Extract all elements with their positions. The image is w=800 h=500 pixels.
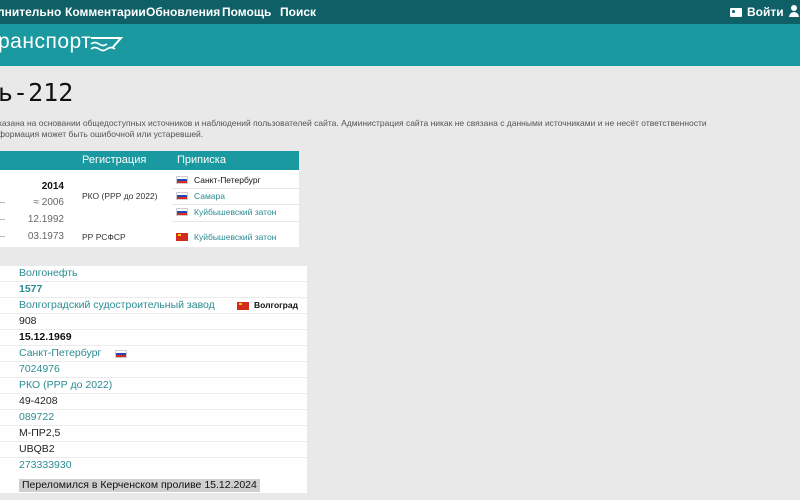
disclaimer-line: казана на основании общедоступных источн…	[0, 118, 707, 128]
home-port-link[interactable]: Санкт-Петербург	[19, 347, 101, 359]
port-name: Куйбышевский затон	[194, 207, 277, 217]
registry-year: 2014	[41, 181, 64, 192]
port-name: Куйбышевский затон	[194, 232, 277, 242]
table-row: 7024976	[0, 362, 307, 378]
port-name: Санкт-Петербург	[194, 175, 261, 185]
table-row: UBQB2	[0, 442, 307, 458]
site-logo[interactable]: ранспорт	[0, 30, 91, 54]
mmsi-link[interactable]: 273333930	[19, 459, 72, 471]
builder-city: Волгоград	[254, 300, 298, 310]
row-divider	[172, 204, 299, 205]
nav-item-search[interactable]: Поиск	[280, 5, 316, 19]
ussr-flag-icon	[176, 233, 188, 241]
build-date: 15.12.1969	[19, 331, 72, 343]
nav-item-comments[interactable]: Комментарии	[65, 5, 146, 19]
port-name: Самара	[194, 191, 225, 201]
ship-details-table: Волгонефть 1577 Волгоградский судостроит…	[0, 266, 307, 493]
port-item[interactable]: Самара	[176, 191, 225, 201]
login-button[interactable]: Войти	[730, 5, 784, 19]
table-row: 908	[0, 314, 307, 330]
page-title: ь-212	[0, 78, 74, 107]
owner-link[interactable]: Волгонефть	[19, 267, 78, 279]
build-number: 908	[19, 315, 37, 327]
row-divider	[172, 221, 299, 222]
site-banner: ранспорт	[0, 24, 800, 66]
table-row: Волгонефть	[0, 266, 307, 282]
russia-flag-icon	[176, 176, 188, 184]
registration-name: РР РСФСР	[82, 232, 126, 242]
russia-flag-icon	[176, 208, 188, 216]
nav-item-help[interactable]: Помощь	[222, 5, 271, 19]
nav-item-additional[interactable]: лнительно	[0, 5, 61, 19]
russia-flag-icon	[115, 350, 127, 358]
table-row: Санкт-Петербург	[0, 346, 307, 362]
ussr-flag-icon	[237, 302, 249, 310]
registration-name: РКО (РРР до 2022)	[82, 191, 158, 201]
registry-year: ≈ 2006	[33, 197, 64, 208]
id-card-icon	[730, 7, 742, 17]
fate-note: Переломился в Керченском проливе 15.12.2…	[19, 479, 260, 492]
header-port: Приписка	[177, 154, 226, 166]
table-row: 273333930	[0, 458, 307, 474]
registry-class-link[interactable]: РКО (РРР до 2022)	[19, 379, 112, 391]
class-formula: М-ПР2,5	[19, 427, 61, 439]
table-row: Волгоградский судостроительный завод Вол…	[0, 298, 307, 314]
table-row: 15.12.1969	[0, 330, 307, 346]
table-row: 089722	[0, 410, 307, 426]
timeline-tick	[0, 219, 5, 220]
reg-book-link[interactable]: 089722	[19, 411, 54, 423]
timeline-tick	[0, 202, 5, 203]
table-row: 49-4208	[0, 394, 307, 410]
header-registration: Регистрация	[82, 154, 147, 166]
nav-item-updates[interactable]: Обновления	[146, 5, 220, 19]
table-row: РКО (РРР до 2022)	[0, 378, 307, 394]
table-row: М-ПР2,5	[0, 426, 307, 442]
disclaimer-line: формация может быть ошибочной или устаре…	[0, 129, 204, 139]
registration-history-table: Регистрация Приписка 2014 ≈ 2006 12.1992…	[0, 151, 299, 247]
login-label: Войти	[747, 5, 784, 19]
project-link[interactable]: 1577	[19, 283, 42, 295]
registry-year: 12.1992	[27, 214, 64, 225]
builder-link[interactable]: Волгоградский судостроительный завод	[19, 299, 215, 311]
call-sign: UBQB2	[19, 443, 55, 455]
reg-number: 49-4208	[19, 395, 58, 407]
table-row: Переломился в Керченском проливе 15.12.2…	[0, 479, 307, 493]
port-item[interactable]: Санкт-Петербург	[176, 175, 261, 185]
user-icon[interactable]	[788, 5, 800, 17]
port-item[interactable]: Куйбышевский затон	[176, 232, 276, 242]
timeline-tick	[0, 236, 5, 237]
russia-flag-icon	[176, 192, 188, 200]
table-row: 1577	[0, 282, 307, 298]
registry-year: 03.1973	[27, 231, 64, 242]
top-navigation: лнительно Комментарии Обновления Помощь …	[0, 0, 800, 24]
table-header: Регистрация Приписка	[0, 151, 299, 170]
disclaimer: казана на основании общедоступных источн…	[0, 118, 800, 140]
ship-wave-icon	[90, 37, 124, 52]
port-item[interactable]: Куйбышевский затон	[176, 207, 276, 217]
imo-link[interactable]: 7024976	[19, 363, 60, 375]
row-divider	[172, 188, 299, 189]
